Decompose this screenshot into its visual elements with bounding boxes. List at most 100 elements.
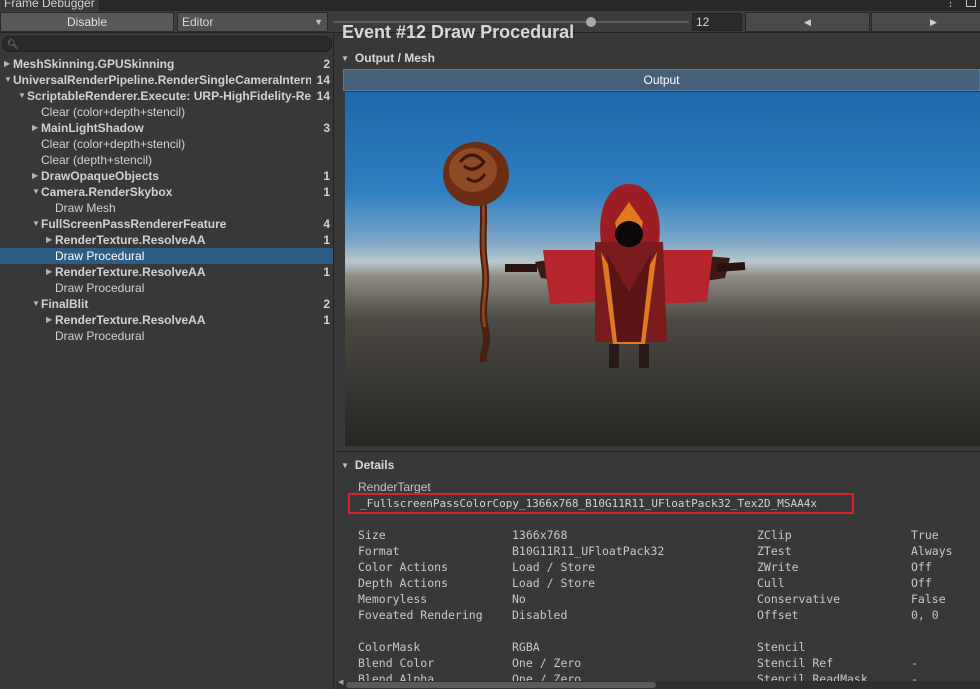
tree-row-label: FullScreenPassRendererFeature	[41, 217, 227, 231]
tree-row-label: Clear (color+depth+stencil)	[41, 137, 186, 151]
tree-row-label: RenderTexture.ResolveAA	[55, 265, 206, 279]
render-target-label: RenderTarget	[358, 480, 431, 494]
tree-row-count: 1	[323, 169, 330, 183]
render-target-value: _FullscreenPassColorCopy_1366x768_B10G11…	[348, 493, 854, 514]
event-index-field[interactable]: 12	[692, 13, 742, 31]
tree-row-label: Clear (color+depth+stencil)	[41, 105, 186, 119]
property-key: Color Actions	[358, 560, 449, 574]
tree-row-count: 14	[316, 73, 330, 87]
property-value: Load / Store	[512, 560, 596, 574]
horizontal-scrollbar[interactable]: ◀	[336, 678, 980, 689]
tree-row[interactable]: Draw Mesh	[0, 200, 333, 216]
property-value: Off	[911, 576, 932, 590]
tree-row-count: 1	[323, 265, 330, 279]
property-key: Memoryless	[358, 592, 428, 606]
tree-row[interactable]: ▼ FinalBlit 2	[0, 296, 333, 312]
tree-row-label: MainLightShadow	[41, 121, 144, 135]
tree-row[interactable]: Draw Procedural	[0, 280, 333, 296]
tree-row[interactable]: Draw Procedural	[0, 248, 333, 264]
tree-row[interactable]: ▼ Camera.RenderSkybox 1	[0, 184, 333, 200]
output-section-header[interactable]: ▼ Output / Mesh	[341, 49, 435, 67]
search-field[interactable]: 🔍︎	[2, 36, 332, 52]
property-key: ZWrite	[757, 560, 799, 574]
tree-row[interactable]: Clear (depth+stencil)	[0, 152, 333, 168]
maximize-icon[interactable]	[966, 0, 976, 7]
property-key: ColorMask	[358, 640, 421, 654]
tree-row-label: Draw Procedural	[55, 281, 145, 295]
next-event-button[interactable]: ▶	[871, 12, 980, 32]
triangle-left-icon: ◀	[804, 17, 811, 27]
chevron-down-icon: ▼	[341, 53, 349, 63]
target-dropdown[interactable]: Editor ▼	[177, 12, 328, 32]
tree-row-label: RenderTexture.ResolveAA	[55, 233, 206, 247]
tree-row-count: 3	[323, 121, 330, 135]
search-icon: 🔍︎	[7, 39, 19, 49]
tree-row[interactable]: Draw Procedural	[0, 328, 333, 344]
tree-row[interactable]: ▶ DrawOpaqueObjects 1	[0, 168, 333, 184]
tree-row-label: MeshSkinning.GPUSkinning	[13, 57, 175, 71]
output-tab-button[interactable]: Output	[343, 69, 980, 91]
property-value: Load / Store	[512, 576, 596, 590]
disable-button[interactable]: Disable	[0, 12, 174, 32]
property-key: Blend Color	[358, 656, 435, 670]
property-key: Depth Actions	[358, 576, 449, 590]
tree-row[interactable]: Clear (color+depth+stencil)	[0, 104, 333, 120]
property-key: Size	[358, 528, 386, 542]
panel-divider	[336, 451, 980, 452]
property-value: RGBA	[512, 640, 540, 654]
property-value: 0, 0	[911, 608, 939, 622]
details-section-label: Details	[354, 458, 395, 472]
slider-thumb[interactable]	[586, 17, 596, 27]
property-key: Foveated Rendering	[358, 608, 483, 622]
property-key: Stencil	[757, 640, 806, 654]
tree-row-label: Draw Procedural	[55, 249, 145, 263]
scrollbar-thumb[interactable]	[346, 682, 656, 688]
render-preview[interactable]	[345, 92, 980, 446]
tree-row[interactable]: ▼ FullScreenPassRendererFeature 4	[0, 216, 333, 232]
property-key: Conservative	[757, 592, 841, 606]
property-value: 1366x768	[512, 528, 568, 542]
tree-row[interactable]: ▶ MeshSkinning.GPUSkinning 2	[0, 56, 333, 72]
tree-row-count: 2	[323, 297, 330, 311]
tree-row-count: 1	[323, 313, 330, 327]
triangle-right-icon: ▶	[930, 17, 937, 27]
tree-row-label: RenderTexture.ResolveAA	[55, 313, 206, 327]
property-value: Disabled	[512, 608, 568, 622]
tree-row-count: 1	[323, 233, 330, 247]
window-tab[interactable]: Frame Debugger	[0, 0, 99, 11]
property-key: Cull	[757, 576, 785, 590]
tree-row-label: Draw Mesh	[55, 201, 116, 215]
tree-row[interactable]: Clear (color+depth+stencil)	[0, 136, 333, 152]
tree-row-count: 14	[316, 89, 330, 103]
chevron-down-icon: ▼	[341, 460, 349, 470]
property-value: Off	[911, 560, 932, 574]
event-tree-panel: 🔍︎ ▶ MeshSkinning.GPUSkinning 2 ▼ UniversalR…	[0, 33, 334, 689]
tree-row[interactable]: ▶ RenderTexture.ResolveAA 1	[0, 264, 333, 280]
property-value: B10G11R11_UFloatPack32	[512, 544, 665, 558]
property-key: Stencil Ref	[757, 656, 834, 670]
tree-row[interactable]: ▼ UniversalRenderPipeline.RenderSingleCam…	[0, 72, 333, 88]
property-value: -	[911, 656, 918, 670]
property-value: One / Zero	[512, 656, 582, 670]
property-value: Always	[911, 544, 953, 558]
tree-row[interactable]: ▼ ScriptableRenderer.Execute: URP-HighFid…	[0, 88, 333, 104]
event-detail-panel: Event #12 Draw Procedural ▼ Output / Mesh…	[336, 22, 980, 689]
property-key: ZClip	[757, 528, 792, 542]
tree-row-label: Camera.RenderSkybox	[41, 185, 173, 199]
more-menu-icon[interactable]: ⋮	[945, 0, 956, 9]
details-section-header[interactable]: ▼ Details	[341, 456, 394, 474]
tree-row-label: FinalBlit	[41, 297, 89, 311]
tree-row[interactable]: ▶ RenderTexture.ResolveAA 1	[0, 232, 333, 248]
scroll-left-icon[interactable]: ◀	[338, 678, 343, 686]
previous-event-button[interactable]: ◀	[745, 12, 870, 32]
target-dropdown-label: Editor	[182, 15, 214, 29]
property-value: True	[911, 528, 939, 542]
details-section: ▼ Details RenderTarget _FullscreenPassCol…	[336, 455, 980, 689]
tree-row-label: UniversalRenderPipeline.RenderSingleCame…	[13, 73, 311, 87]
event-tree: ▶ MeshSkinning.GPUSkinning 2 ▼ UniversalRend…	[0, 56, 333, 344]
event-title: Event #12 Draw Procedural	[342, 22, 575, 42]
tree-row-count: 4	[323, 217, 330, 231]
tree-row[interactable]: ▶ RenderTexture.ResolveAA 1	[0, 312, 333, 328]
tree-row[interactable]: ▶ MainLightShadow 3	[0, 120, 333, 136]
property-value: False	[911, 592, 946, 606]
